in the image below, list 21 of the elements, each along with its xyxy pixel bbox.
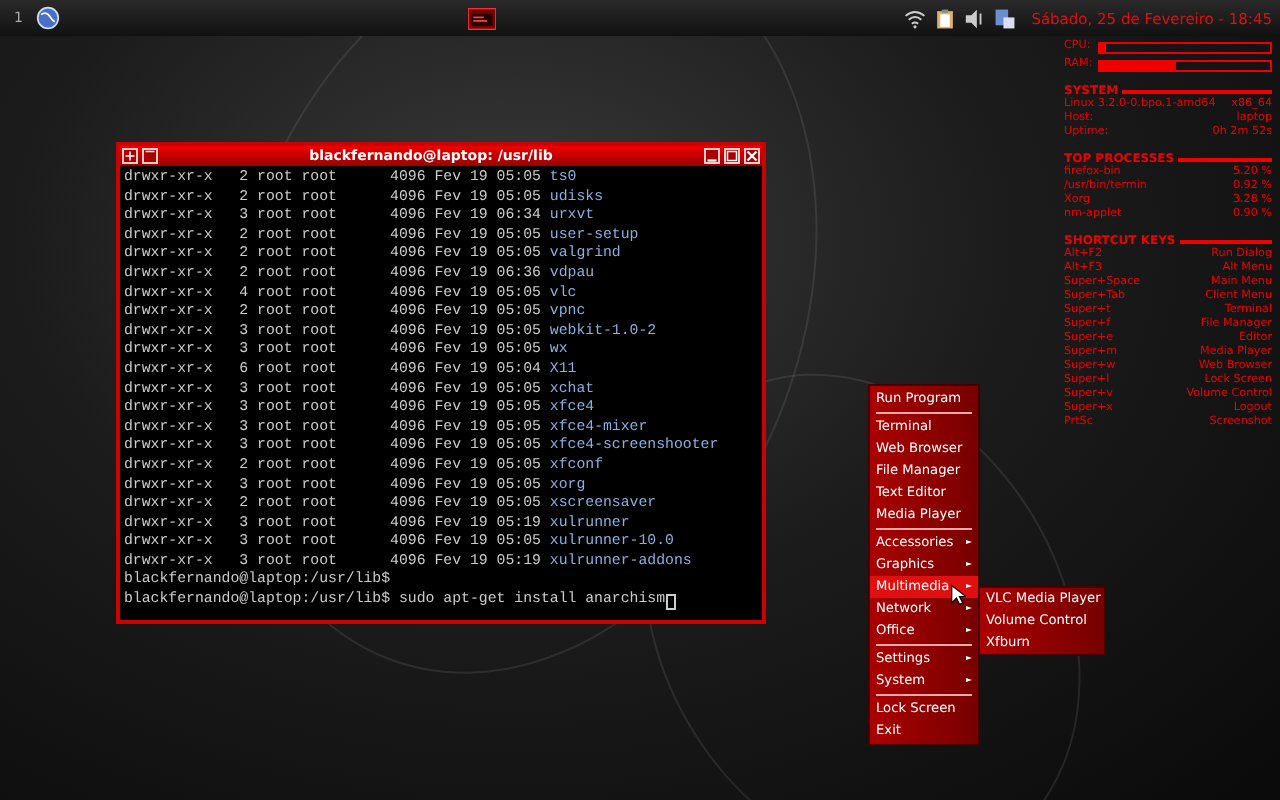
text-cursor xyxy=(665,593,676,610)
submenu-arrow-icon xyxy=(966,562,972,566)
clipboard-icon[interactable] xyxy=(933,7,956,29)
close-icon xyxy=(746,150,758,162)
maximize-icon xyxy=(726,150,738,162)
plus-icon xyxy=(124,150,136,162)
window-menu-button[interactable] xyxy=(122,148,138,164)
wifi-icon[interactable] xyxy=(903,7,926,29)
submenu-arrow-icon xyxy=(966,540,972,544)
maximize-button[interactable] xyxy=(724,148,740,164)
speaker-icon[interactable] xyxy=(963,7,986,29)
mouse-pointer-icon xyxy=(950,584,966,606)
terminal-task-icon[interactable] xyxy=(468,7,497,29)
shade-button[interactable] xyxy=(142,148,158,164)
submenu-arrow-icon xyxy=(966,628,972,632)
globe-icon[interactable] xyxy=(36,6,61,30)
minimize-button[interactable] xyxy=(704,148,720,164)
network-icon[interactable] xyxy=(993,7,1016,29)
submenu-arrow-icon xyxy=(966,678,972,682)
submenu-arrow-icon xyxy=(966,656,972,660)
close-button[interactable] xyxy=(744,148,760,164)
